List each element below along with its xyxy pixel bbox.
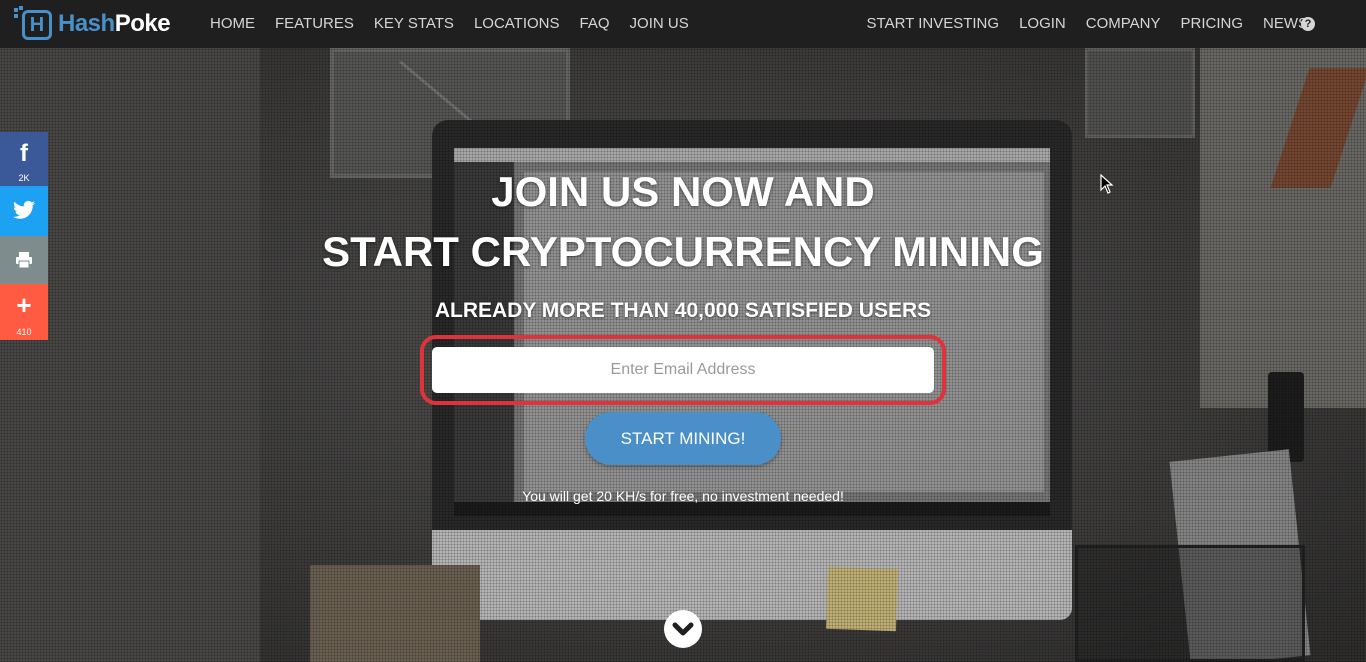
twitter-icon: [13, 200, 35, 219]
plus-icon: +: [16, 290, 32, 320]
print-button[interactable]: [0, 236, 48, 284]
mouse-cursor-icon: [1100, 174, 1114, 194]
more-share-count: 410: [16, 327, 32, 337]
brand-name-part2: Poke: [114, 10, 171, 37]
nav-login[interactable]: LOGIN: [1009, 0, 1076, 48]
monitor-chin: [432, 530, 1072, 620]
secondary-nav: START INVESTING LOGIN COMPANY PRICING NE…: [857, 0, 1318, 48]
nav-home[interactable]: HOME: [200, 0, 265, 48]
facebook-icon: f: [20, 140, 28, 167]
background-sticky-note: [825, 566, 899, 632]
nav-start-investing[interactable]: START INVESTING: [857, 0, 1010, 48]
facebook-share-count: 2K: [18, 173, 30, 183]
nav-join-us[interactable]: JOIN US: [620, 0, 699, 48]
hero-headline-line2: START CRYPTOCURRENCY MINING: [322, 228, 1044, 275]
chevron-down-icon: [672, 622, 694, 636]
nav-company[interactable]: COMPANY: [1076, 0, 1171, 48]
free-offer-note: You will get 20 KH/s for free, no invest…: [522, 488, 844, 504]
nav-key-stats[interactable]: KEY STATS: [364, 0, 464, 48]
brand-name-part1: Hash: [58, 10, 115, 37]
more-share-button[interactable]: + 410: [0, 284, 48, 340]
print-icon: [16, 252, 32, 269]
logo-mark-icon: H: [12, 6, 54, 42]
brand-logo[interactable]: H HashPoke: [12, 6, 171, 42]
background-basket: [1075, 545, 1305, 662]
background-box: [310, 565, 480, 662]
scroll-down-button[interactable]: [664, 610, 702, 648]
help-icon[interactable]: ?: [1301, 17, 1315, 31]
email-field[interactable]: [432, 347, 934, 393]
hero-background: [0, 0, 1366, 662]
logo-letter: H: [22, 10, 52, 40]
hero-headline-line1: JOIN US NOW AND: [491, 168, 875, 215]
nav-locations[interactable]: LOCATIONS: [464, 0, 570, 48]
brand-name: HashPoke: [58, 10, 171, 38]
nav-faq[interactable]: FAQ: [570, 0, 620, 48]
screen-topbar: [454, 148, 1050, 162]
nav-pricing[interactable]: PRICING: [1170, 0, 1253, 48]
background-frame: [1085, 48, 1195, 138]
primary-nav: HOME FEATURES KEY STATS LOCATIONS FAQ JO…: [200, 0, 699, 48]
facebook-share-button[interactable]: f 2K: [0, 132, 48, 186]
twitter-share-button[interactable]: [0, 186, 48, 236]
start-mining-button[interactable]: START MINING!: [585, 412, 781, 465]
hero-headline: JOIN US NOW AND START CRYPTOCURRENCY MIN…: [0, 162, 1366, 282]
nav-features[interactable]: FEATURES: [265, 0, 364, 48]
hero-subheading: ALREADY MORE THAN 40,000 SATISFIED USERS: [434, 299, 932, 322]
top-navbar: H HashPoke HOME FEATURES KEY STATS LOCAT…: [0, 0, 1366, 48]
social-share-bar: f 2K + 410: [0, 132, 48, 340]
screen-taskbar: [454, 502, 1050, 516]
